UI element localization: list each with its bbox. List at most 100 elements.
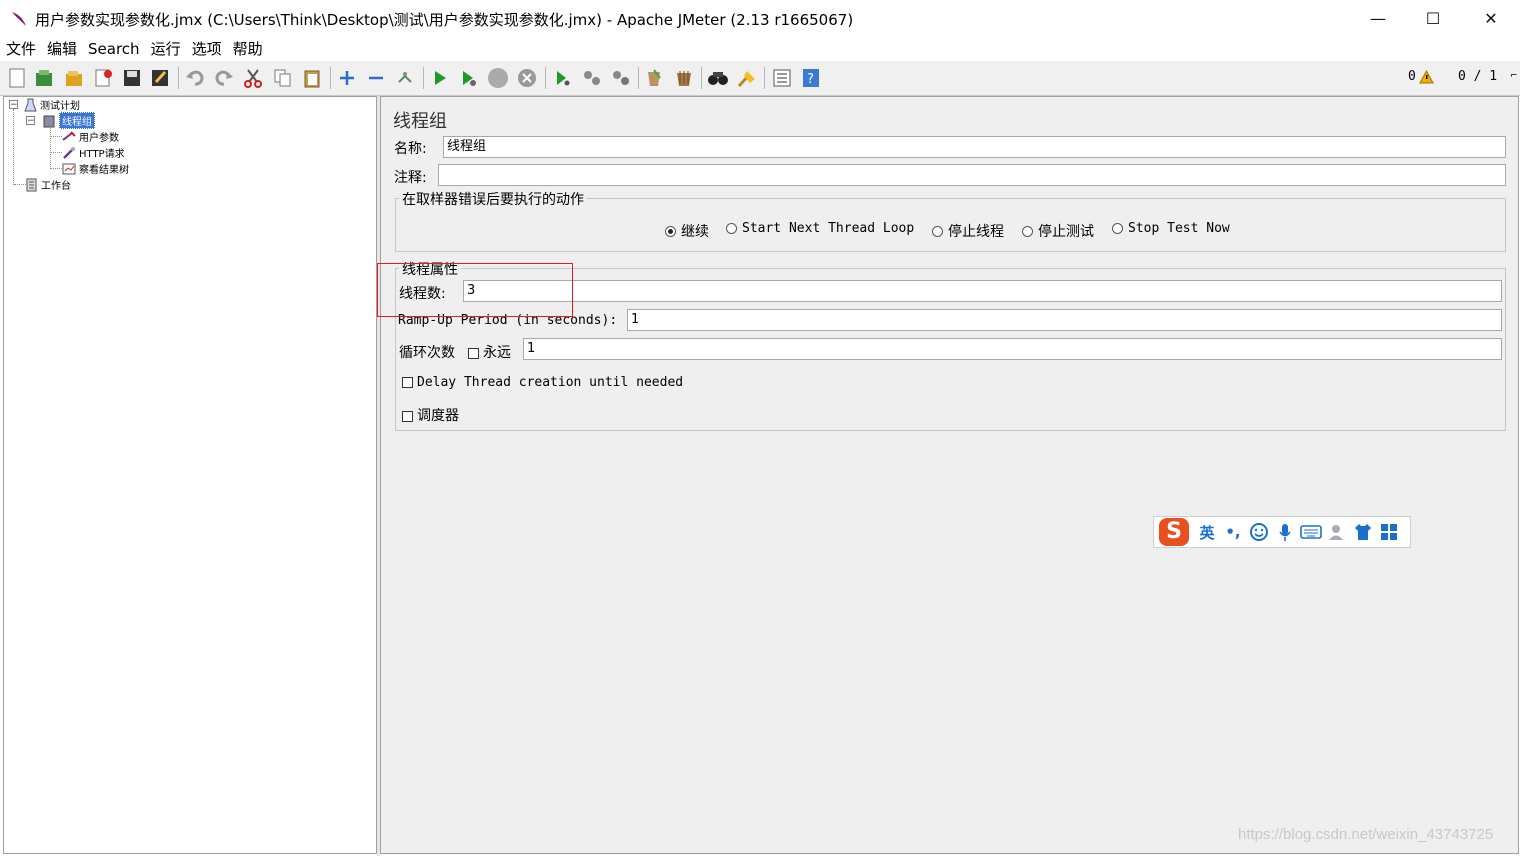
skin-tshirt-icon[interactable]: [1350, 519, 1376, 545]
menu-run[interactable]: 运行: [145, 37, 186, 61]
radio-start-next-thread-loop[interactable]: Start Next Thread Loop: [726, 221, 914, 236]
menu-file[interactable]: 文件: [0, 37, 41, 61]
radio-stop-thread[interactable]: 停止线程: [932, 221, 1004, 241]
remote-start-icon[interactable]: [550, 66, 574, 90]
svg-text:?: ?: [807, 72, 814, 87]
num-threads-input[interactable]: 3: [463, 280, 1502, 302]
delay-thread-creation-checkbox[interactable]: Delay Thread creation until needed: [402, 375, 683, 390]
expand-thread-group-toggle[interactable]: −: [26, 116, 35, 126]
warnings-count: 0: [1408, 69, 1416, 84]
tree-node-thread-group[interactable]: 线程组: [42, 112, 95, 129]
menu-edit[interactable]: 编辑: [41, 37, 82, 61]
expand-icon[interactable]: [335, 66, 359, 90]
test-plan-tree: − 测试计划 − 线程组 用户参数 HTTP请求 察看结果树 工作台: [3, 96, 377, 854]
copy-icon[interactable]: [271, 66, 295, 90]
highlight-annotation-box: [377, 263, 573, 317]
radio-selected-icon: [665, 225, 676, 237]
expand-test-plan-toggle[interactable]: −: [9, 100, 18, 110]
ime-toolbar[interactable]: S 英 •,: [1153, 516, 1411, 548]
panel-title: 线程组: [393, 111, 447, 132]
sogou-logo-icon[interactable]: S: [1154, 518, 1194, 546]
save-icon[interactable]: [120, 66, 144, 90]
toggle-icon[interactable]: [393, 66, 417, 90]
radio-stop-test-now[interactable]: Stop Test Now: [1112, 221, 1230, 236]
loop-count-label: 循环次数: [399, 345, 455, 361]
checkbox-icon: [468, 347, 479, 359]
remote-shutdown-icon[interactable]: [609, 66, 633, 90]
window-title: 用户参数实现参数化.jmx (C:\Users\Think\Desktop\测试…: [35, 11, 854, 29]
tree-node-result-tree[interactable]: 察看结果树: [62, 161, 129, 176]
jmeter-feather-icon: [12, 12, 26, 26]
comment-label: 注释:: [394, 170, 427, 186]
thread-group-editor: 线程组 名称: 线程组 注释: 在取样器错误后要执行的动作 继续 Start N…: [380, 96, 1519, 854]
start-icon[interactable]: [428, 66, 452, 90]
radio-icon: [1022, 225, 1033, 237]
undo-icon[interactable]: [183, 66, 207, 90]
tree-label-test-plan: 测试计划: [40, 101, 80, 112]
cut-icon[interactable]: [241, 66, 265, 90]
clear-icon[interactable]: [642, 66, 666, 90]
microphone-icon[interactable]: [1272, 519, 1298, 545]
paste-icon[interactable]: [300, 66, 324, 90]
threads-counter: 0 / 1: [1458, 69, 1498, 84]
name-label: 名称:: [394, 141, 427, 157]
new-icon[interactable]: [5, 66, 29, 90]
menu-options[interactable]: 选项: [186, 37, 227, 61]
search-icon[interactable]: [706, 66, 730, 90]
name-input[interactable]: 线程组: [443, 136, 1506, 158]
menu-help[interactable]: 帮助: [227, 37, 268, 61]
comment-input[interactable]: [438, 164, 1506, 186]
redo-icon[interactable]: [212, 66, 236, 90]
tree-label-result-tree: 察看结果树: [79, 165, 129, 176]
open-icon[interactable]: [62, 66, 86, 90]
function-helper-icon[interactable]: [770, 66, 794, 90]
user-account-icon[interactable]: [1324, 519, 1350, 545]
loop-count-input[interactable]: 1: [523, 338, 1502, 360]
checkbox-icon: [402, 410, 413, 422]
radio-icon: [726, 223, 737, 234]
scheduler-checkbox[interactable]: 调度器: [402, 405, 459, 425]
tree-label-workbench: 工作台: [41, 181, 71, 192]
radio-icon: [1112, 223, 1123, 234]
close-file-icon[interactable]: [92, 66, 116, 90]
remote-stop-icon[interactable]: [580, 66, 604, 90]
tree-node-user-params[interactable]: 用户参数: [62, 129, 119, 144]
radio-continue[interactable]: 继续: [665, 221, 709, 241]
listener-icon: [62, 162, 76, 176]
save-as-icon[interactable]: [148, 66, 172, 90]
tree-node-test-plan[interactable]: 测试计划: [23, 97, 80, 112]
close-button[interactable]: ✕: [1463, 0, 1519, 36]
tree-label-http-request: HTTP请求: [79, 149, 125, 160]
toolbar: ? 0 0 / 1 ⌐: [0, 61, 1520, 96]
tree-node-workbench[interactable]: 工作台: [24, 177, 71, 192]
collapse-icon[interactable]: [364, 66, 388, 90]
templates-icon[interactable]: [32, 66, 56, 90]
toolbox-grid-icon[interactable]: [1376, 519, 1402, 545]
ime-language-toggle[interactable]: 英: [1194, 519, 1220, 545]
tree-node-http-request[interactable]: HTTP请求: [62, 145, 125, 160]
rampup-input[interactable]: 1: [627, 309, 1502, 331]
preprocessor-icon: [62, 130, 76, 144]
emoji-icon[interactable]: [1246, 519, 1272, 545]
help-icon[interactable]: ?: [799, 66, 823, 90]
reset-search-icon[interactable]: [735, 66, 759, 90]
menu-search[interactable]: Search: [82, 37, 145, 61]
watermark-text: https://blog.csdn.net/weixin_43743725: [1238, 826, 1494, 843]
clear-all-icon[interactable]: [672, 66, 696, 90]
sampler-icon: [62, 146, 76, 160]
checkbox-icon: [402, 377, 413, 388]
tree-label-thread-group: 线程组: [59, 112, 95, 129]
minimize-button[interactable]: —: [1350, 0, 1406, 36]
radio-stop-test[interactable]: 停止测试: [1022, 221, 1094, 241]
shutdown-icon[interactable]: [515, 66, 539, 90]
ime-punctuation-toggle[interactable]: •,: [1220, 519, 1246, 545]
stop-icon[interactable]: [486, 66, 510, 90]
maximize-button[interactable]: ☐: [1405, 0, 1461, 36]
warning-icon[interactable]: [1419, 70, 1434, 84]
forever-checkbox[interactable]: 永远: [468, 342, 511, 362]
keyboard-icon[interactable]: [1298, 519, 1324, 545]
menu-bar: 文件 编辑 Search 运行 选项 帮助: [0, 37, 1520, 61]
start-no-pause-icon[interactable]: [457, 66, 481, 90]
resize-corner-icon: ⌐: [1510, 71, 1518, 81]
on-error-legend: 在取样器错误后要执行的动作: [399, 189, 587, 209]
